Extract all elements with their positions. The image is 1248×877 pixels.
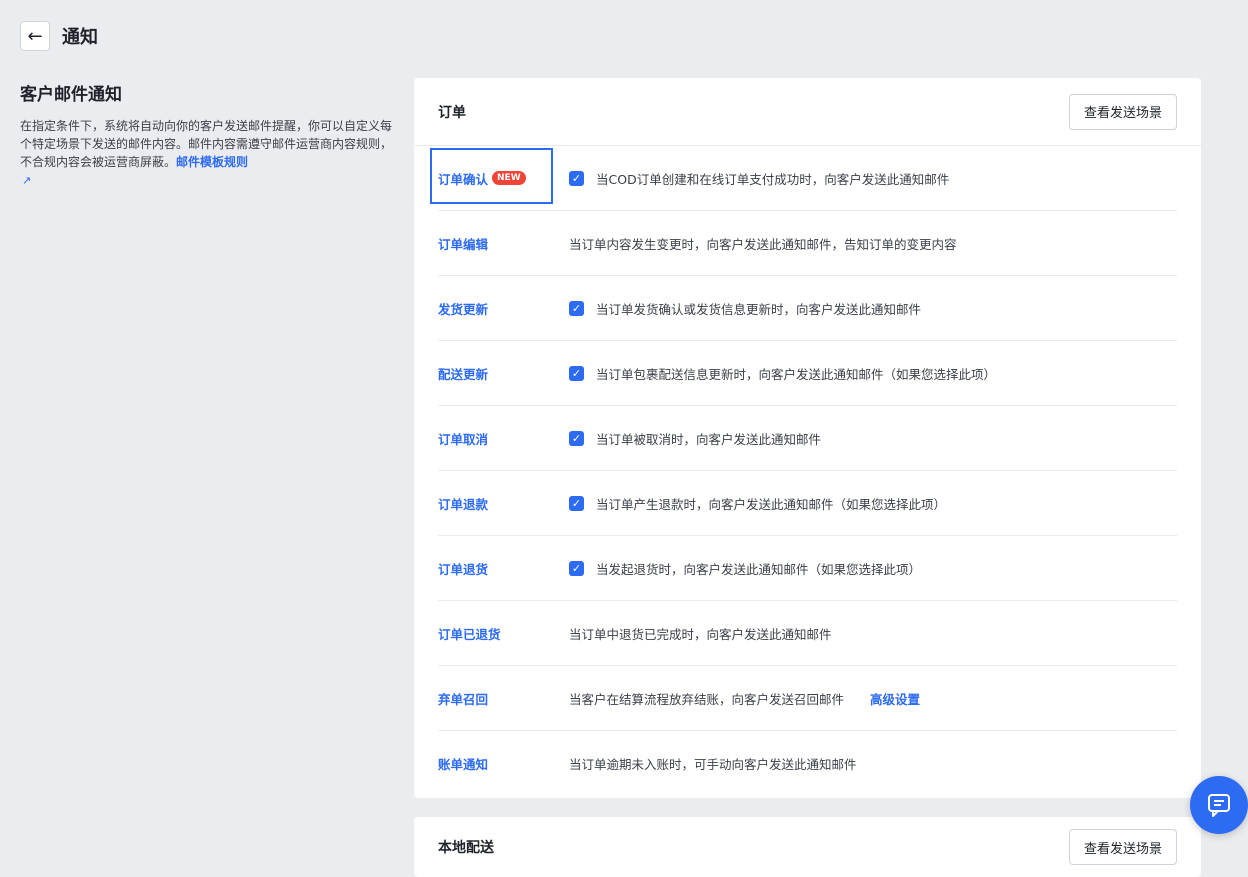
notification-description: 当订单内容发生变更时，向客户发送此通知邮件，告知订单的变更内容 — [569, 236, 957, 252]
local-card-title: 本地配送 — [438, 840, 494, 856]
notification-name-link[interactable]: 配送更新 — [438, 364, 569, 383]
notification-row: 配送更新 ✓ 当订单包裹配送信息更新时，向客户发送此通知邮件（如果您选择此项） — [438, 341, 1177, 406]
enable-checkbox[interactable]: ✓ — [569, 430, 584, 446]
notification-list: 订单确认 NEW ✓ 当COD订单创建和在线订单支付成功时，向客户发送此通知邮件 订单编… — [414, 146, 1201, 796]
orders-card-header: 订单 查看发送场景 — [414, 78, 1201, 146]
notification-description: 当发起退货时，向客户发送此通知邮件（如果您选择此项） — [596, 561, 922, 577]
top-bar: ← 通知 — [20, 20, 98, 52]
chat-button[interactable] — [1190, 776, 1248, 834]
orders-card-title: 订单 — [438, 104, 466, 121]
local-delivery-card: 本地配送 查看发送场景 — [414, 817, 1201, 877]
notification-description: 当订单逾期未入账时，可手动向客户发送此通知邮件 — [569, 757, 857, 772]
enable-checkbox[interactable]: ✓ — [569, 170, 584, 186]
notification-row: 弃单召回 当客户在结算流程放弃结账，向客户发送召回邮件 高级设置 — [438, 666, 1177, 731]
notification-name-link[interactable]: 订单编辑 — [438, 234, 569, 253]
selection-highlight — [430, 148, 553, 204]
chat-icon — [1208, 794, 1230, 817]
notification-row: 订单已退货 当订单中退货已完成时，向客户发送此通知邮件 — [438, 601, 1177, 666]
notification-row: 发货更新 ✓ 当订单发货确认或发货信息更新时，向客户发送此通知邮件 — [438, 276, 1177, 341]
check-icon: ✓ — [571, 561, 582, 575]
notification-row: 订单确认 NEW ✓ 当COD订单创建和在线订单支付成功时，向客户发送此通知邮件 — [430, 146, 1177, 211]
notification-description: 当订单发货确认或发货信息更新时，向客户发送此通知邮件 — [596, 301, 922, 317]
advanced-settings-link[interactable]: 高级设置 — [870, 689, 920, 708]
notification-name-link[interactable]: 弃单召回 — [438, 689, 569, 708]
local-card-header: 本地配送 查看发送场景 — [414, 817, 1201, 877]
notification-description: 当客户在结算流程放弃结账，向客户发送召回邮件 — [569, 691, 845, 707]
view-scenes-button[interactable]: 查看发送场景 — [1068, 93, 1177, 130]
enable-checkbox[interactable]: ✓ — [569, 560, 584, 576]
back-button[interactable]: ← — [20, 21, 50, 51]
notification-name-link[interactable]: 订单已退货 — [438, 624, 569, 643]
notification-row: 订单退货 ✓ 当发起退货时，向客户发送此通知邮件（如果您选择此项） — [438, 536, 1177, 601]
check-icon: ✓ — [571, 366, 582, 380]
enable-checkbox[interactable]: ✓ — [569, 300, 584, 316]
sidebar-description: 在指定条件下，系统将自动向你的客户发送邮件提醒，你可以自定义每个特定场景下发送的… — [20, 117, 395, 190]
notification-row: 账单通知 当订单逾期未入账时，可手动向客户发送此通知邮件 — [438, 731, 1177, 796]
notification-name-link[interactable]: 账单通知 — [438, 754, 569, 773]
notification-name-link[interactable]: 订单取消 — [438, 429, 569, 448]
notification-description: 当订单中退货已完成时，向客户发送此通知邮件 — [569, 626, 832, 642]
notification-name-link[interactable]: 订单退货 — [438, 559, 569, 578]
notification-name-link[interactable]: 发货更新 — [438, 299, 569, 318]
notification-description: 当订单产生退款时，向客户发送此通知邮件（如果您选择此项） — [596, 496, 947, 512]
check-icon: ✓ — [571, 496, 582, 510]
notification-description: 当订单包裹配送信息更新时，向客户发送此通知邮件（如果您选择此项） — [596, 366, 997, 382]
orders-card: 订单 查看发送场景 订单确认 NEW ✓ 当COD订单创建和在线订单支付成功时，向客户… — [414, 78, 1201, 798]
notification-name-link[interactable]: 订单退款 — [438, 494, 569, 513]
check-icon: ✓ — [571, 171, 582, 185]
external-link-icon[interactable]: ↗ — [22, 172, 31, 190]
enable-checkbox[interactable]: ✓ — [569, 495, 584, 511]
arrow-left-icon: ← — [27, 25, 43, 47]
page-title: 通知 — [62, 27, 98, 48]
sidebar-info: 客户邮件通知 在指定条件下，系统将自动向你的客户发送邮件提醒，你可以自定义每个特… — [20, 80, 395, 190]
notification-row: 订单取消 ✓ 当订单被取消时，向客户发送此通知邮件 — [438, 406, 1177, 471]
check-icon: ✓ — [571, 431, 582, 445]
notification-description: 当COD订单创建和在线订单支付成功时，向客户发送此通知邮件 — [596, 171, 950, 187]
notification-row: 订单编辑 当订单内容发生变更时，向客户发送此通知邮件，告知订单的变更内容 — [438, 211, 1177, 276]
notification-description: 当订单被取消时，向客户发送此通知邮件 — [596, 431, 822, 447]
sidebar-heading: 客户邮件通知 — [20, 85, 122, 105]
check-icon: ✓ — [571, 301, 582, 315]
template-rules-link[interactable]: 邮件模板规则 — [176, 155, 248, 169]
enable-checkbox[interactable]: ✓ — [569, 365, 584, 381]
notification-row: 订单退款 ✓ 当订单产生退款时，向客户发送此通知邮件（如果您选择此项） — [438, 471, 1177, 536]
